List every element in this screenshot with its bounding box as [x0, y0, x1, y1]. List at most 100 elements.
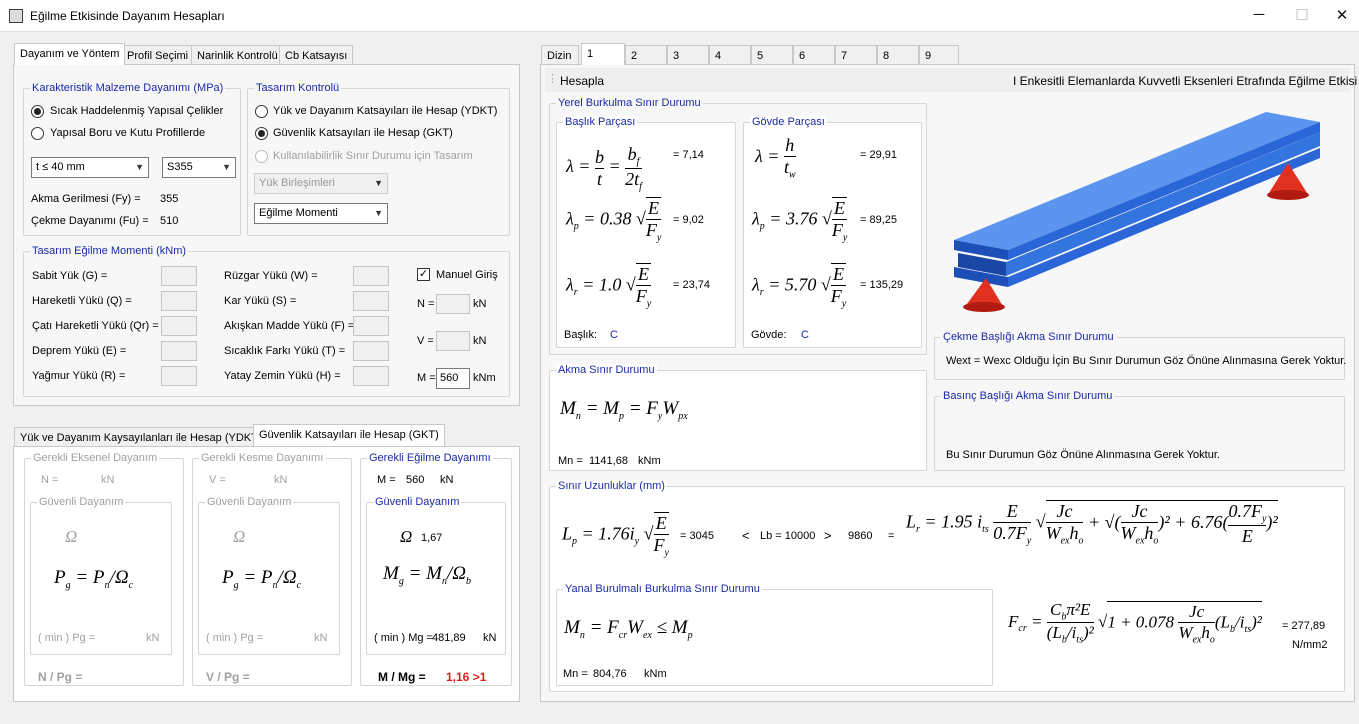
fcr-formula: Fcr = Cbπ²E (Lb/its)² √1 + 0.078 Jc Wexho(… — [1008, 600, 1262, 646]
maximize-button[interactable]: ☐ — [1287, 6, 1317, 24]
web-lambda-p-value: = 89,25 — [860, 214, 898, 226]
tab-2[interactable]: 2 — [625, 45, 667, 65]
shear-formula: Pg = Pn/Ωc — [222, 567, 302, 591]
tab-6[interactable]: 6 — [793, 45, 835, 65]
tab-gkt-results[interactable]: Güvenlik Katsayıları ile Hesap (GKT) — [253, 424, 445, 446]
shear-ratio: V / Pg = — [206, 670, 250, 684]
force-type-select[interactable]: Eğilme Momenti ▼ — [254, 203, 388, 224]
snow-load-input[interactable] — [353, 291, 389, 311]
rain-load-label: Yağmur Yükü (R) = — [32, 370, 126, 382]
snow-load-label: Kar Yükü (S) = — [224, 295, 297, 307]
bending-unit: kN — [440, 474, 454, 486]
tab-dayanim-ve-yontem[interactable]: Dayanım ve Yöntem — [14, 43, 126, 65]
steel-grade-select[interactable]: S355 ▼ — [162, 157, 236, 178]
section-heading: I Enkesitli Elemanlarda Kuvvetli Eksenle… — [1013, 74, 1358, 88]
n-label: N = — [417, 298, 435, 310]
m-input[interactable]: 560 — [436, 368, 470, 389]
m-label: M = — [417, 372, 436, 384]
wind-load-label: Rüzgar Yükü (W) = — [224, 270, 318, 282]
tab-profil-secimi[interactable]: Profil Seçimi — [121, 45, 195, 65]
n-unit: kN — [473, 298, 487, 310]
fcr-unit: N/mm2 — [1292, 639, 1328, 651]
fluid-load-label: Akışkan Madde Yükü (F) = — [224, 320, 355, 332]
axial-n-label: N = — [41, 474, 59, 486]
tab-9[interactable]: 9 — [919, 45, 959, 65]
tab-5[interactable]: 5 — [751, 45, 793, 65]
manual-entry-checkbox[interactable]: ✓ — [417, 268, 430, 281]
serviceability-radio[interactable] — [255, 150, 268, 163]
soil-load-label: Yatay Zemin Yükü (H) = — [224, 370, 341, 382]
tab-4[interactable]: 4 — [709, 45, 751, 65]
compression-flange-text: Bu Sınır Durumun Göz Önüne Alınmasına Ge… — [946, 449, 1220, 461]
flange-lambda-formula: λ = bt = bf 2tf — [566, 144, 642, 193]
rain-load-input[interactable] — [161, 366, 197, 386]
thickness-select[interactable]: t ≤ 40 mm ▼ — [31, 157, 149, 178]
temperature-load-label: Sıcaklık Farkı Yükü (T) = — [224, 345, 346, 357]
lr-value: 9860 — [848, 530, 873, 542]
yield-mn-value: 1141,68 — [589, 455, 628, 467]
tab-1[interactable]: 1 — [581, 43, 625, 65]
web-lambda-formula: λ = h tw — [755, 135, 796, 181]
earthquake-load-label: Deprem Yükü (E) = — [32, 345, 127, 357]
beam-illustration — [954, 112, 1320, 312]
flange-class-label: Başlık: — [564, 329, 598, 341]
bending-min-label: ( min ) Mg = — [374, 632, 433, 644]
close-button[interactable]: ✕ — [1327, 6, 1357, 24]
tab-3[interactable]: 3 — [667, 45, 709, 65]
tab-8[interactable]: 8 — [877, 45, 919, 65]
tab-dizin[interactable]: Dizin — [541, 45, 579, 65]
wind-load-input[interactable] — [353, 266, 389, 286]
earthquake-load-input[interactable] — [161, 341, 197, 361]
soil-load-input[interactable] — [353, 366, 389, 386]
toolbar-grip-icon: ⋮ — [547, 73, 558, 85]
n-input[interactable] — [436, 294, 470, 314]
flange-lambda-value: = 7,14 — [673, 149, 704, 161]
bending-omega: Ω — [400, 527, 413, 546]
dead-load-input[interactable] — [161, 266, 197, 286]
minimize-button[interactable]: ─ — [1244, 6, 1274, 23]
yield-mn-label: Mn = — [558, 455, 583, 467]
ltb-mn-value: 804,76 — [593, 668, 627, 680]
fu-label: Çekme Dayanımı (Fu) = — [31, 215, 149, 227]
load-combination-select[interactable]: Yük Birleşimleri ▼ — [254, 173, 388, 194]
axial-min-unit: kN — [146, 632, 160, 644]
tab-narinlik-kontrolu[interactable]: Narinlik Kontrolü — [191, 45, 284, 65]
tab-cb-katsayisi[interactable]: Cb Katsayısı — [279, 45, 354, 65]
shear-omega: Ω — [233, 527, 246, 546]
fy-value: 355 — [160, 193, 179, 205]
yield-unit: kNm — [638, 455, 661, 467]
axial-omega: Ω — [65, 527, 78, 546]
flange-class-value: C — [610, 329, 618, 341]
hollow-section-label: Yapısal Boru ve Kutu Profillerde — [50, 127, 206, 139]
ltb-formula: Mn = FcrWex ≤ Mp — [564, 617, 693, 641]
v-input[interactable] — [436, 331, 470, 351]
shear-min-label: ( min ) Pg = — [206, 632, 264, 644]
tab-7[interactable]: 7 — [835, 45, 877, 65]
tab-ydkt-results[interactable]: Yük ve Dayanım Kaysayılanları ile Hesap … — [14, 427, 268, 447]
lp-value: = 3045 — [680, 530, 714, 542]
temperature-load-input[interactable] — [353, 341, 389, 361]
bending-mg-unit: kN — [483, 632, 497, 644]
hot-rolled-radio[interactable] — [31, 105, 44, 118]
app-icon — [9, 9, 23, 23]
calculate-button[interactable]: Hesapla — [560, 74, 604, 88]
hollow-section-radio[interactable] — [31, 127, 44, 140]
shear-min-unit: kN — [314, 632, 328, 644]
bending-ratio-label: M / Mg = — [378, 670, 426, 684]
shear-v-label: V = — [209, 474, 226, 486]
axial-min-label: ( min ) Pg = — [38, 632, 96, 644]
flange-lambda-r-value: = 23,74 — [673, 279, 711, 291]
ydkt-radio[interactable] — [255, 105, 268, 118]
ltb-mn-label: Mn = — [563, 668, 588, 680]
v-unit: kN — [473, 335, 487, 347]
live-load-input[interactable] — [161, 291, 197, 311]
fu-value: 510 — [160, 215, 179, 227]
roof-live-load-input[interactable] — [161, 316, 197, 336]
fluid-load-input[interactable] — [353, 316, 389, 336]
roof-live-load-label: Çatı Hareketli Yükü (Qr) = — [32, 320, 159, 332]
axial-unit: kN — [101, 474, 115, 486]
flange-lambda-r-formula: λr = 1.0 √ E Fy — [566, 263, 652, 310]
v-label: V = — [417, 335, 434, 347]
gkt-radio[interactable] — [255, 127, 268, 140]
web-lambda-p-formula: λp = 3.76 √ E Fy — [752, 197, 848, 244]
